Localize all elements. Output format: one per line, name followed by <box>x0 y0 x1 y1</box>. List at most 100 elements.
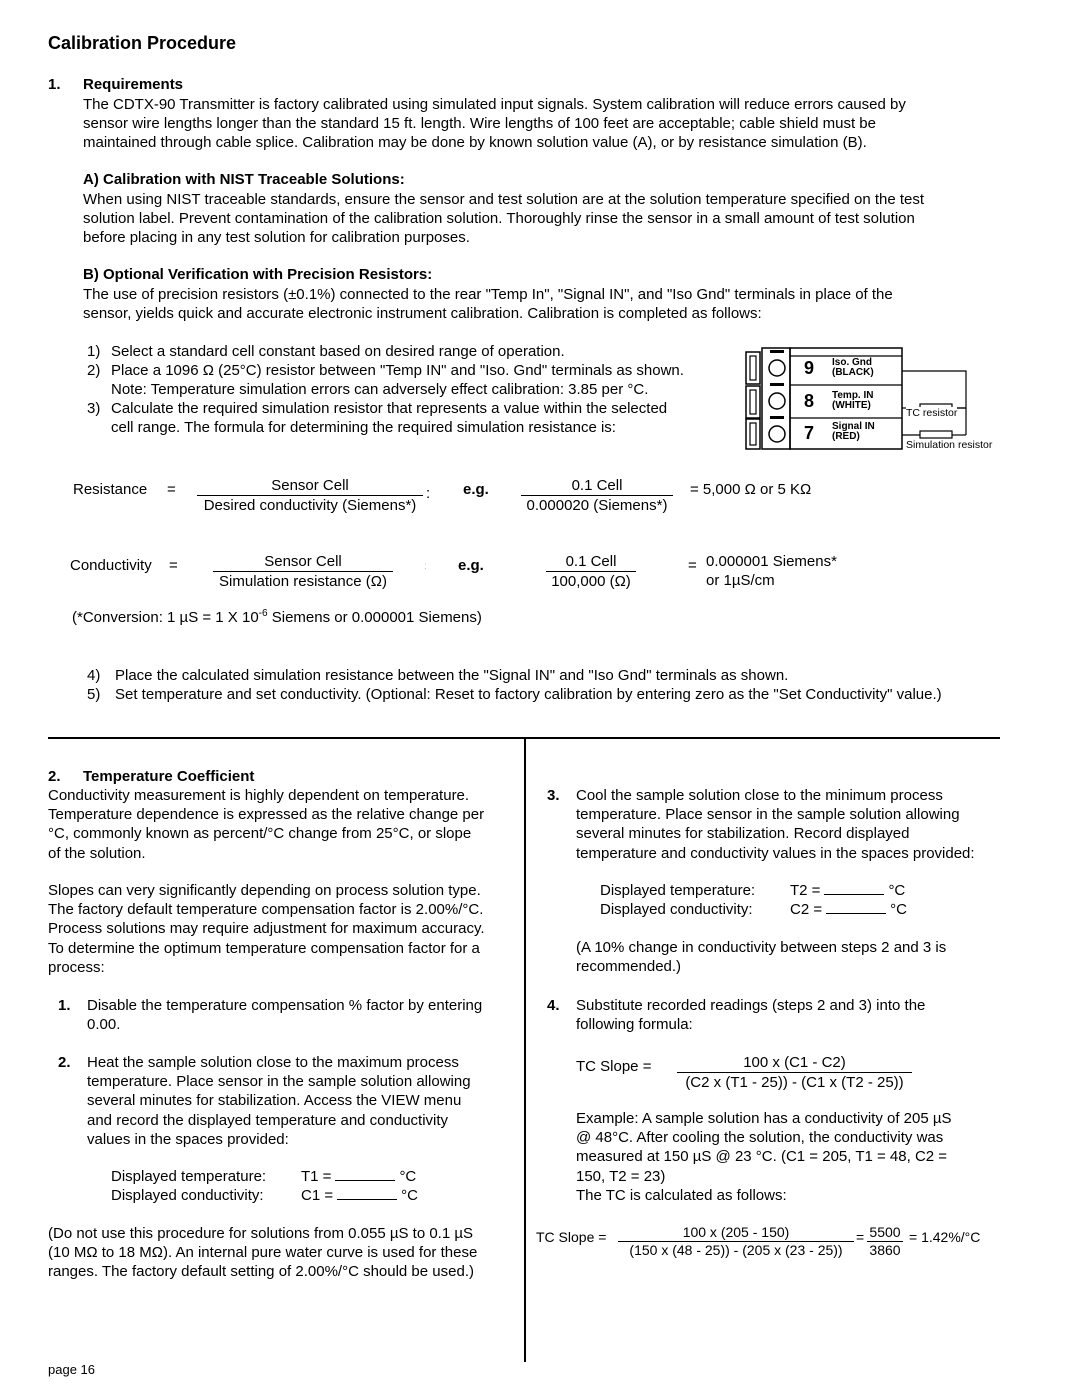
section-2-heading: Temperature Coefficient <box>83 768 255 785</box>
section-1-number: 1. <box>48 76 61 93</box>
colon: : <box>426 485 431 502</box>
text-line: or 1µS/cm <box>706 572 775 590</box>
t1-unit: °C <box>399 1168 417 1185</box>
text-line: Example: A sample solution has a conduct… <box>576 1110 952 1127</box>
text-line: Calculate the required simulation resist… <box>111 400 668 417</box>
t2-unit: °C <box>888 882 906 899</box>
text-line: Heat the sample solution close to the ma… <box>87 1054 459 1071</box>
tc-example-text: Example: A sample solution has a conduct… <box>576 1109 952 1205</box>
terminal-9-number: 9 <box>804 358 815 378</box>
resistance-fraction: Sensor Cell Desired conductivity (Siemen… <box>197 476 423 515</box>
step-5-text: Set temperature and set conductivity. (O… <box>115 686 942 703</box>
step-1-text: Select a standard cell constant based on… <box>111 343 565 360</box>
text: (*Conversion: 1 µS = 1 X 10 <box>72 609 259 626</box>
terminal-9-label: Iso. Gnd (BLACK) <box>832 358 874 378</box>
resistance-label: Resistance <box>73 481 148 498</box>
c1-var: C1 = <box>301 1187 334 1204</box>
eg-label: e.g. <box>458 557 484 574</box>
colon: : <box>424 561 427 572</box>
t1-label: Displayed temperature: <box>111 1168 267 1185</box>
conductivity-example-fraction: 0.1 Cell 100,000 (Ω) <box>546 552 636 591</box>
text-line: measured at 150 µS @ 23 °C. (C1 = 205, T… <box>576 1148 948 1166</box>
terminal-color: (BLACK) <box>832 367 874 378</box>
text-line: maintained through cable splice. Calibra… <box>83 134 867 152</box>
t2-blank[interactable] <box>824 881 885 895</box>
c2-field: C2 = °C <box>790 900 907 919</box>
numerator: 100 x (C1 - C2) <box>677 1053 912 1073</box>
tc-step-4-text: Substitute recorded readings (steps 2 an… <box>576 996 925 1034</box>
terminal-wiring-diagram: 9 Iso. Gnd (BLACK) 8 Temp. IN (WHITE) 7 … <box>744 346 1009 456</box>
wire <box>902 370 967 409</box>
text-line: temperature and conductivity values in t… <box>576 844 975 862</box>
conductivity-equals: = <box>169 557 178 574</box>
t2-var: T2 = <box>790 882 821 899</box>
terminal-tab <box>745 351 761 385</box>
section-2-para-2: Slopes can very significantly depending … <box>48 881 485 977</box>
denominator: (150 x (48 - 25)) - (205 x (23 - 25)) <box>629 1242 843 1258</box>
step-4-number: 4) <box>87 667 101 684</box>
terminal-color: (WHITE) <box>832 400 871 411</box>
text: Siemens or 0.000001 Siemens) <box>267 609 482 626</box>
tc-resistor-label: TC resistor <box>906 407 958 419</box>
tc-step-3-number: 3. <box>547 787 560 804</box>
conversion-note: (*Conversion: 1 µS = 1 X 10-6 Siemens or… <box>72 609 482 627</box>
simulation-resistor-label: Simulation resistor <box>906 439 993 451</box>
c1-blank[interactable] <box>337 1186 398 1200</box>
screw-slot <box>770 416 784 419</box>
step-3-number: 3) <box>87 400 101 417</box>
t1-field: T1 = °C <box>301 1167 416 1186</box>
numerator: 5500 <box>867 1224 903 1242</box>
text-line: The CDTX-90 Transmitter is factory calib… <box>83 96 906 113</box>
terminal-8-number: 8 <box>804 391 815 411</box>
pure-water-note: (Do not use this procedure for solutions… <box>48 1224 477 1282</box>
text-line: solution label. Prevent contamination of… <box>83 210 915 228</box>
text-line: (A 10% change in conductivity between st… <box>576 939 947 956</box>
text-line: before placing in any test solution for … <box>83 229 470 247</box>
text-line: Slopes can very significantly depending … <box>48 882 481 899</box>
text-line: Disable the temperature compensation % f… <box>87 997 483 1014</box>
numerator: Sensor Cell <box>197 476 423 496</box>
c2-unit: °C <box>890 901 907 918</box>
numerator: 0.1 Cell <box>546 552 636 572</box>
section-2-number: 2. <box>48 768 61 785</box>
text-line: °C, commonly known as percent/°C change … <box>48 825 472 843</box>
text-line: Note: Temperature simulation errors can … <box>111 381 649 399</box>
screw-slot <box>770 383 784 386</box>
text-line: 0.000001 Siemens* <box>706 553 837 570</box>
tc-example-equals: = <box>856 1229 865 1245</box>
text-line: cell range. The formula for determining … <box>111 419 616 437</box>
terminal-tab-inner <box>749 389 757 415</box>
terminal-tab-inner <box>749 422 757 446</box>
text-line: recommended.) <box>576 958 682 976</box>
denominator: Simulation resistance (Ω) <box>219 573 387 590</box>
text-line: sensor, yields quick and accurate electr… <box>83 305 762 323</box>
text-line: and record the displayed temperature and… <box>87 1111 449 1129</box>
sub-b-body: The use of precision resistors (±0.1%) c… <box>83 285 893 323</box>
conductivity-fraction: Sensor Cell Simulation resistance (Ω) <box>213 552 393 591</box>
text-line: temperature. Place sensor in the sample … <box>87 1073 471 1091</box>
sub-a-heading: A) Calibration with NIST Traceable Solut… <box>83 171 405 188</box>
text-line: of the solution. <box>48 844 146 862</box>
text-line: Temperature dependence is expressed as t… <box>48 806 485 824</box>
text-line: Cool the sample solution close to the mi… <box>576 787 943 804</box>
c1-unit: °C <box>401 1187 418 1204</box>
page-title: Calibration Procedure <box>48 33 237 53</box>
resistance-example-fraction: 0.1 Cell 0.000020 (Siemens*) <box>521 476 673 515</box>
tc-step-2-number: 2. <box>58 1054 71 1071</box>
text-line: ranges. The factory default setting of 2… <box>48 1263 474 1281</box>
section-2-para-1: Conductivity measurement is highly depen… <box>48 786 484 863</box>
step-5-number: 5) <box>87 686 101 703</box>
screw-9-icon <box>768 359 786 377</box>
text-line: following formula: <box>576 1016 693 1034</box>
text-line: values in the spaces provided: <box>87 1130 289 1148</box>
text-line: When using NIST traceable standards, ens… <box>83 191 925 208</box>
text-line: 0.00. <box>87 1016 121 1034</box>
tc-formula-fraction: 100 x (C1 - C2) (C2 x (T1 - 25)) - (C1 x… <box>677 1053 912 1092</box>
c2-blank[interactable] <box>826 900 887 914</box>
text-line: The factory default temperature compensa… <box>48 901 484 919</box>
text-line: sensor wire lengths longer than the stan… <box>83 115 876 133</box>
t2-field: T2 = °C <box>790 881 905 900</box>
t1-blank[interactable] <box>335 1167 396 1181</box>
simulation-resistor-icon <box>919 430 953 439</box>
resistance-result: = 5,000 Ω or 5 KΩ <box>690 481 812 498</box>
